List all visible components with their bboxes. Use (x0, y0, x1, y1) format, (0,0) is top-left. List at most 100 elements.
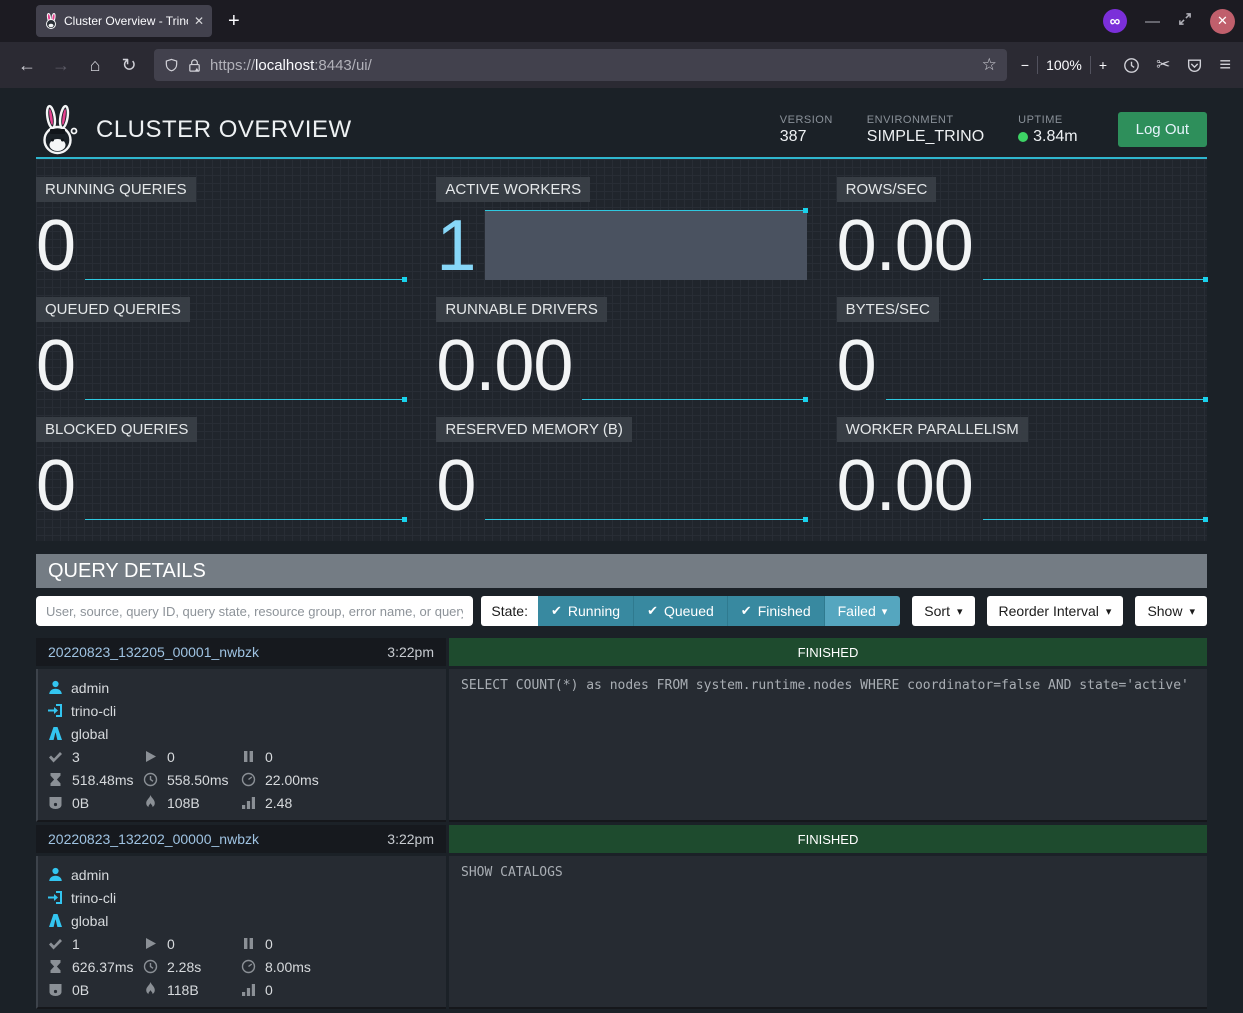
running-splits: 0 (167, 936, 175, 952)
zoom-in-button[interactable]: + (1099, 57, 1107, 73)
history-clock-icon[interactable] (1123, 57, 1140, 74)
stat-card-value: 0.00 (436, 332, 572, 400)
lock-warning-icon[interactable] (187, 58, 202, 73)
page-header: CLUSTER OVERVIEW VERSION 387 ENVIRONMENT… (36, 88, 1207, 159)
menu-hamburger-icon[interactable]: ≡ (1219, 54, 1231, 77)
state-label: State: (481, 596, 538, 626)
stat-card-label: RUNNING QUERIES (36, 177, 196, 202)
stat-card-value: 0 (837, 332, 876, 400)
home-icon[interactable]: ⌂ (80, 50, 110, 80)
running-splits-play-icon (143, 749, 158, 764)
logout-button[interactable]: Log Out (1118, 112, 1207, 147)
page-title: CLUSTER OVERVIEW (96, 116, 352, 144)
state-filter-group: State: ✔ Running ▾ ✔ Queued ▾ ✔ Finished… (481, 596, 900, 626)
sparkline (485, 450, 806, 520)
execution-time: 22.00ms (265, 772, 319, 788)
browser-titlebar: Cluster Overview - Trino ✕ + ∞ — ✕ (0, 0, 1243, 42)
running-splits: 0 (167, 749, 175, 765)
state-filter-button[interactable]: ✔ Running ▾ (538, 596, 634, 626)
query-details-header: QUERY DETAILS (36, 554, 1207, 588)
uptime-stat: UPTIME 3.84m (1018, 114, 1077, 146)
queued-splits: 0 (265, 749, 273, 765)
query-user: admin (71, 680, 109, 696)
zoom-level[interactable]: 100% (1046, 57, 1082, 73)
cpu-time: 2.28s (167, 959, 201, 975)
forward-icon[interactable]: → (46, 50, 76, 80)
stat-card-label: ACTIVE WORKERS (436, 177, 590, 202)
peak-memory: 108B (167, 795, 200, 811)
query-filter-bar: State: ✔ Running ▾ ✔ Queued ▾ ✔ Finished… (36, 596, 1207, 626)
reorder-interval-button[interactable]: Reorder Interval▾ (987, 596, 1124, 626)
query-search-input[interactable] (36, 596, 473, 626)
sort-button[interactable]: Sort▾ (912, 596, 974, 626)
url-bar[interactable]: https://localhost:8443/ui/ ☆ (154, 49, 1007, 81)
query-id-link[interactable]: 20220823_132202_00000_nwbzk (48, 831, 259, 847)
stat-card: BYTES/SEC 0 (837, 297, 1207, 407)
user-icon (48, 680, 63, 695)
bookmark-star-icon[interactable]: ☆ (982, 55, 997, 75)
browser-toolbar: ← → ⌂ ↻ https://localhost:8443/ui/ ☆ − 1… (0, 42, 1243, 88)
check-icon: ✔ (647, 603, 658, 619)
stat-card-label: QUEUED QUERIES (36, 297, 190, 322)
query-id-link[interactable]: 20220823_132205_00001_nwbzk (48, 644, 259, 660)
url-text: https://localhost:8443/ui/ (210, 57, 974, 74)
stat-card-label: RESERVED MEMORY (B) (436, 417, 632, 442)
cpu-time-clock-icon (143, 959, 158, 974)
window-maximize-button[interactable] (1178, 12, 1192, 31)
back-icon[interactable]: ← (12, 50, 42, 80)
shield-icon[interactable] (164, 58, 179, 73)
source-signin-icon (48, 890, 63, 905)
state-filter-button[interactable]: ✔ Queued ▾ (634, 596, 728, 626)
chevron-down-icon: ▾ (957, 605, 963, 618)
trino-cluster-overview-page: CLUSTER OVERVIEW VERSION 387 ENVIRONMENT… (0, 88, 1243, 1013)
chevron-down-icon: ▾ (882, 605, 888, 618)
stat-card-label: BLOCKED QUERIES (36, 417, 197, 442)
zoom-out-button[interactable]: − (1021, 57, 1029, 73)
completed-splits-check-icon (48, 936, 63, 951)
stat-card-value: 0 (36, 452, 75, 520)
wall-time: 518.48ms (72, 772, 133, 788)
queued-splits: 0 (265, 936, 273, 952)
pocket-icon[interactable] (1186, 57, 1203, 74)
query-time: 3:22pm (387, 831, 434, 847)
tab-close-icon[interactable]: ✕ (194, 14, 204, 28)
resource-group-road-icon (48, 726, 63, 741)
cumulative-memory-chart-icon (241, 795, 256, 810)
completed-splits: 1 (72, 936, 80, 952)
query-state-badge: FINISHED (449, 638, 1207, 666)
queued-splits-pause-icon (241, 749, 256, 764)
stat-card-value: 0.00 (837, 212, 973, 280)
stat-card: RUNNING QUERIES 0 (36, 177, 406, 287)
stat-card: RESERVED MEMORY (B) 0 (436, 417, 806, 527)
query-resource-group: global (71, 913, 108, 929)
sparkline (582, 330, 806, 400)
sparkline (983, 450, 1207, 520)
sparkline (85, 330, 406, 400)
new-tab-button[interactable]: + (228, 10, 240, 33)
stat-card-grid: RUNNING QUERIES 0 ACTIVE WORKERS 1 ROWS/… (36, 177, 1207, 527)
screenshot-scissors-icon[interactable]: ✂ (1156, 55, 1170, 75)
chevron-down-icon: ▾ (1189, 605, 1195, 618)
sparkline (85, 450, 406, 520)
stat-card-value: 0 (436, 452, 475, 520)
query-meta: admin trino-cli global 1 (36, 856, 446, 1009)
check-icon: ✔ (551, 603, 562, 619)
query-source: trino-cli (71, 703, 116, 719)
state-filter-button[interactable]: ✔ Failed ▾ (825, 596, 901, 626)
reload-icon[interactable]: ↻ (114, 50, 144, 80)
completed-splits: 3 (72, 749, 80, 765)
resource-group-road-icon (48, 913, 63, 928)
execution-time-gauge-icon (241, 772, 256, 787)
show-button[interactable]: Show▾ (1135, 596, 1207, 626)
query-row-header: 20220823_132202_00000_nwbzk 3:22pm (36, 825, 446, 853)
browser-tab[interactable]: Cluster Overview - Trino ✕ (36, 5, 212, 37)
cluster-hud: RUNNING QUERIES 0 ACTIVE WORKERS 1 ROWS/… (36, 159, 1207, 541)
sparkline (983, 210, 1207, 280)
state-filter-button[interactable]: ✔ Finished ▾ (728, 596, 825, 626)
window-close-button[interactable]: ✕ (1210, 9, 1235, 34)
user-icon (48, 867, 63, 882)
execution-time-gauge-icon (241, 959, 256, 974)
private-browsing-icon: ∞ (1103, 9, 1127, 33)
query-source: trino-cli (71, 890, 116, 906)
window-minimize-button[interactable]: — (1145, 13, 1160, 30)
